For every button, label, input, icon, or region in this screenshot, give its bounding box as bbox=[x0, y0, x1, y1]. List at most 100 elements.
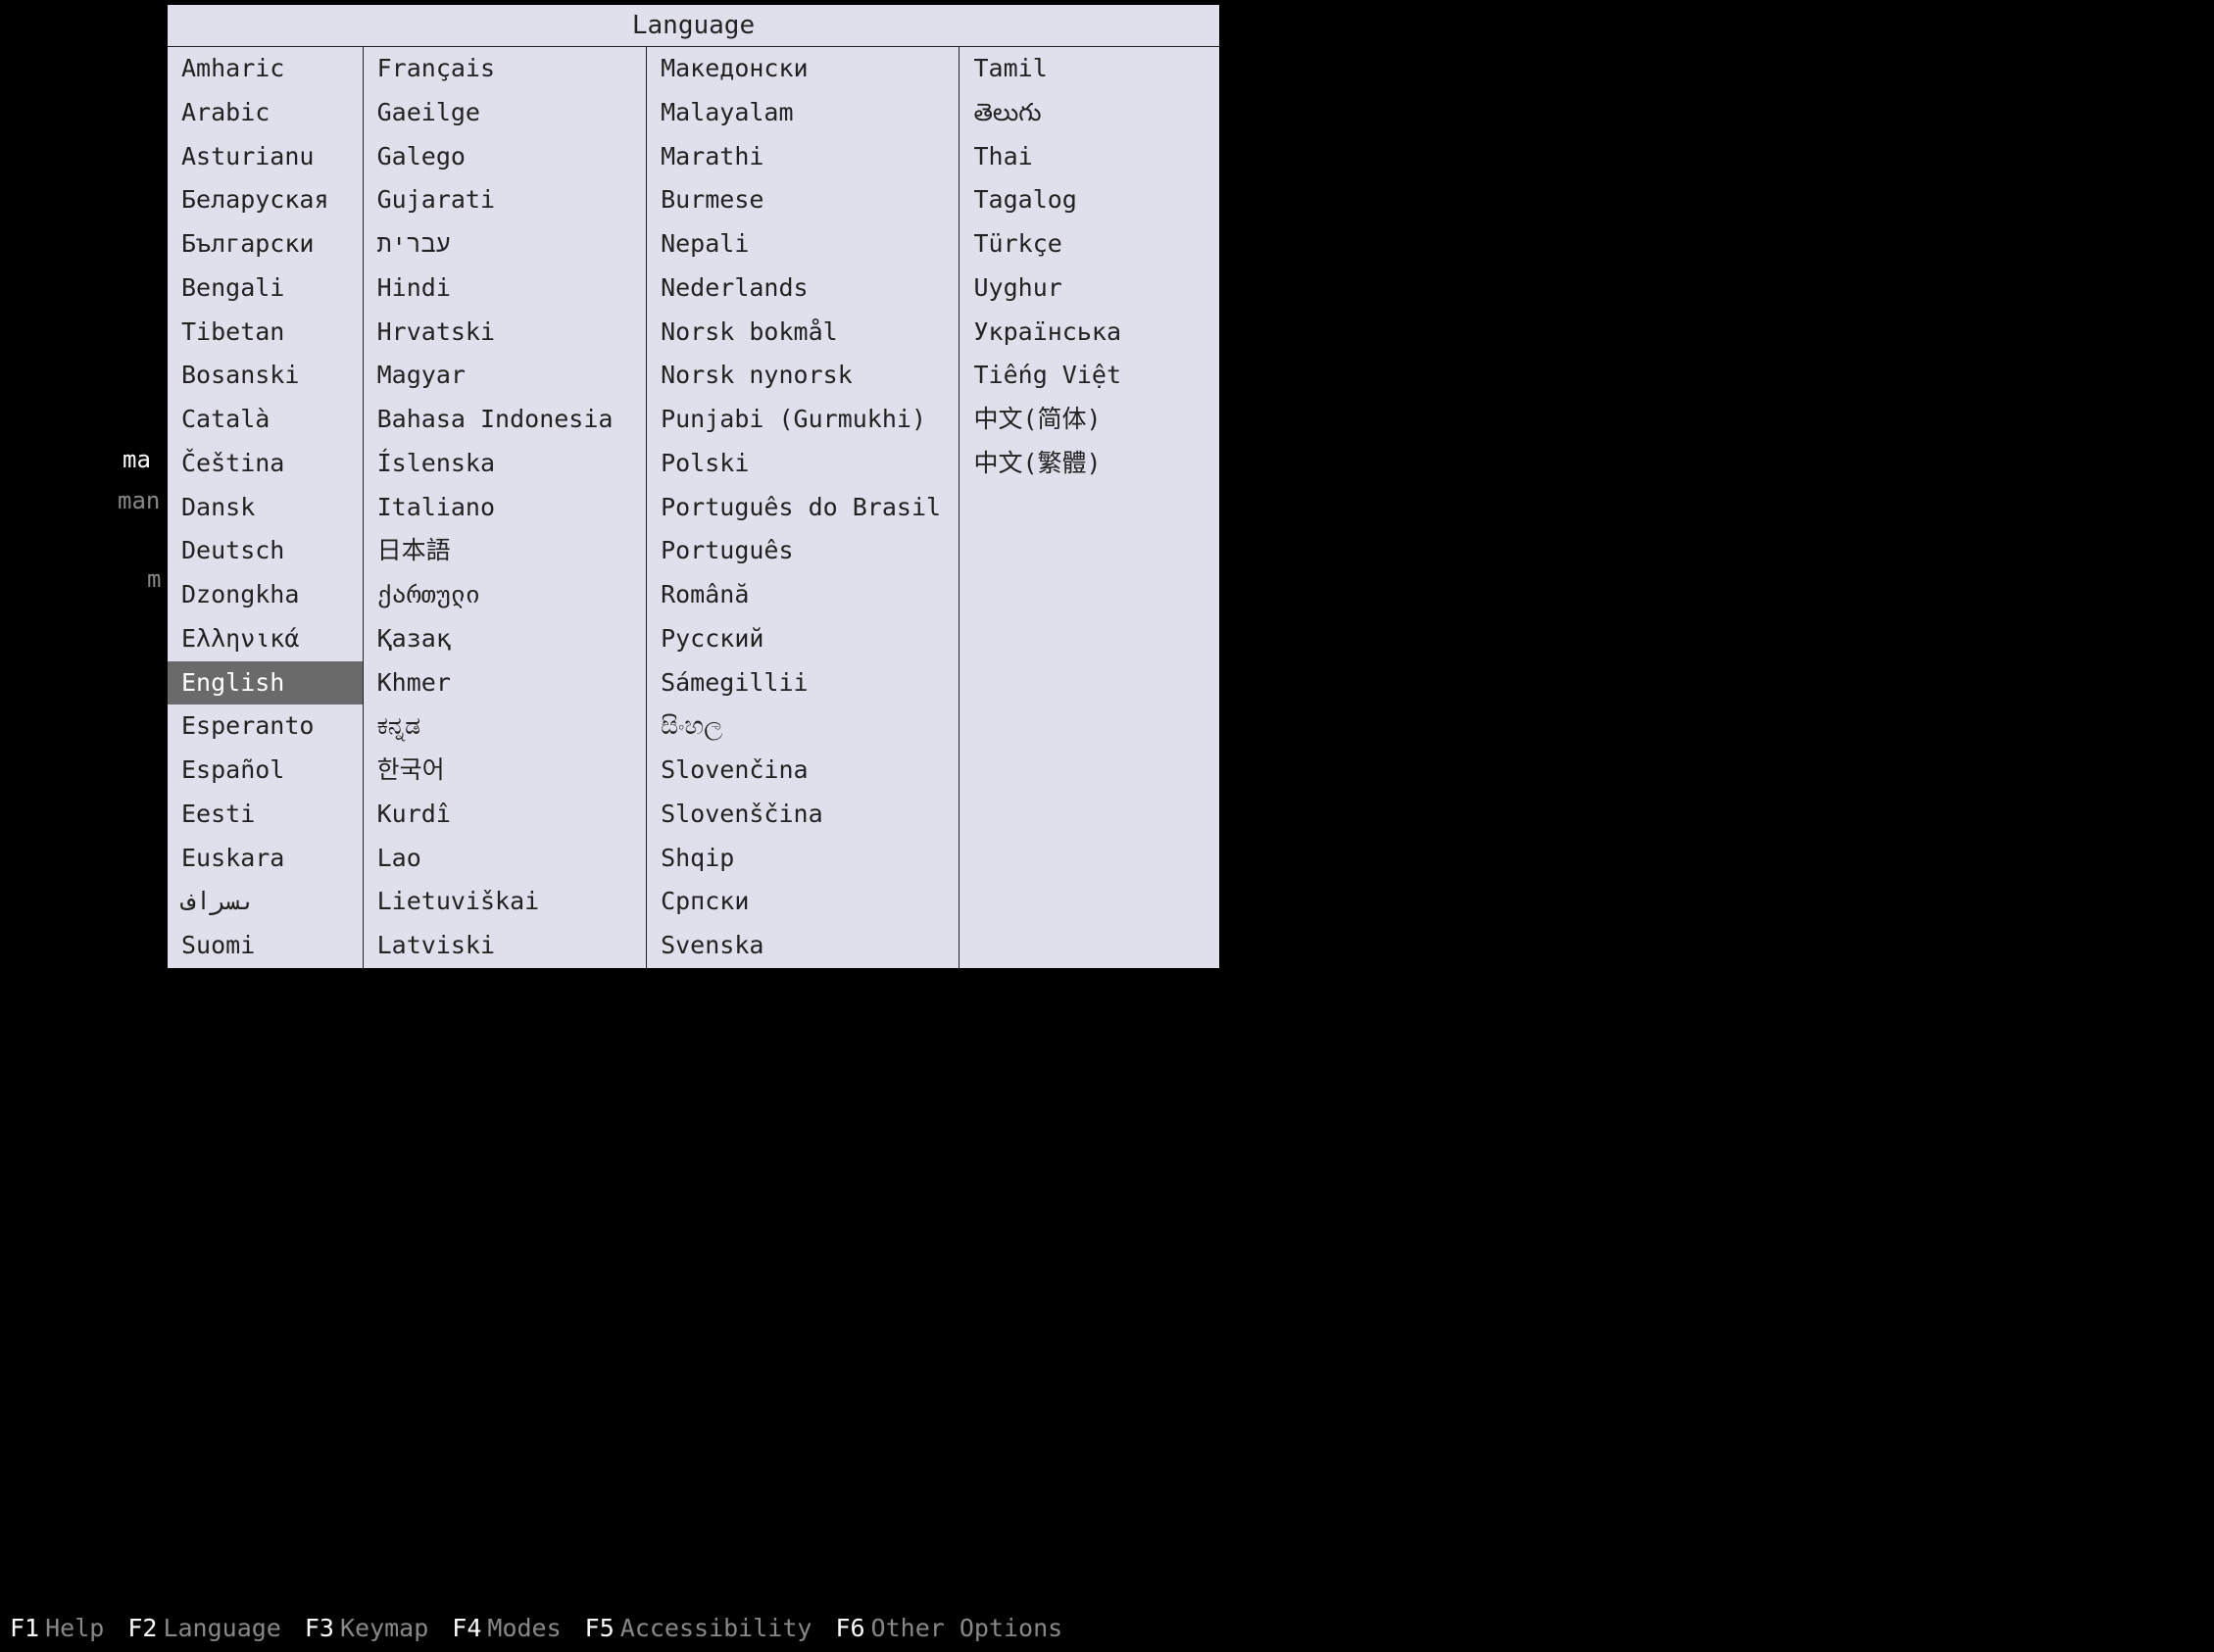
language-option[interactable]: Polski bbox=[647, 442, 959, 486]
function-key-label: F5 bbox=[585, 1614, 620, 1642]
language-option[interactable]: Bosanski bbox=[168, 354, 363, 398]
background-text: ma bbox=[123, 446, 151, 473]
language-column: МакедонскиMalayalamMarathiBurmeseNepaliN… bbox=[647, 47, 959, 968]
language-option[interactable]: Gaeilge bbox=[364, 91, 646, 135]
function-key-desc: Modes bbox=[487, 1614, 561, 1642]
language-option[interactable]: Punjabi (Gurmukhi) bbox=[647, 398, 959, 442]
language-option[interactable]: Türkçe bbox=[959, 222, 1219, 267]
background-text: m bbox=[147, 565, 161, 593]
function-key-bar: F1HelpF2LanguageF3KeymapF4ModesF5Accessi… bbox=[10, 1614, 1086, 1642]
language-option[interactable]: Khmer bbox=[364, 661, 646, 705]
language-option[interactable]: Български bbox=[168, 222, 363, 267]
function-key-f3[interactable]: F3Keymap bbox=[305, 1614, 452, 1642]
language-option[interactable]: Italiano bbox=[364, 486, 646, 530]
language-option[interactable]: Norsk bokmål bbox=[647, 311, 959, 355]
language-option[interactable]: Uyghur bbox=[959, 267, 1219, 311]
language-option[interactable]: Русский bbox=[647, 617, 959, 661]
language-option[interactable]: Arabic bbox=[168, 91, 363, 135]
language-option[interactable]: Íslenska bbox=[364, 442, 646, 486]
language-option[interactable]: తెలుగు bbox=[959, 91, 1219, 135]
language-option[interactable]: עברית bbox=[364, 222, 646, 267]
language-option[interactable]: Sámegillii bbox=[647, 661, 959, 705]
language-option[interactable]: සිංහල bbox=[647, 705, 959, 749]
function-key-label: F3 bbox=[305, 1614, 340, 1642]
language-option[interactable]: Marathi bbox=[647, 135, 959, 179]
language-option[interactable]: Shqip bbox=[647, 837, 959, 881]
language-option[interactable]: Suomi bbox=[168, 924, 363, 968]
language-option[interactable]: Burmese bbox=[647, 178, 959, 222]
language-option[interactable]: Eesti bbox=[168, 793, 363, 837]
language-option[interactable]: Lietuviškai bbox=[364, 880, 646, 924]
language-option[interactable]: Amharic bbox=[168, 47, 363, 91]
language-option[interactable]: Deutsch bbox=[168, 529, 363, 573]
language-option[interactable]: Ελληνικά bbox=[168, 617, 363, 661]
language-option[interactable]: Bengali bbox=[168, 267, 363, 311]
language-option[interactable]: Dzongkha bbox=[168, 573, 363, 617]
function-key-f4[interactable]: F4Modes bbox=[452, 1614, 584, 1642]
function-key-f5[interactable]: F5Accessibility bbox=[585, 1614, 836, 1642]
language-option[interactable]: Català bbox=[168, 398, 363, 442]
language-option[interactable]: Latviski bbox=[364, 924, 646, 968]
language-columns: AmharicArabicAsturianuБеларускаяБългарск… bbox=[168, 47, 1219, 968]
language-panel-title: Language bbox=[168, 5, 1219, 47]
language-option[interactable]: ಕನ್ನಡ bbox=[364, 705, 646, 749]
function-key-label: F1 bbox=[10, 1614, 45, 1642]
language-option[interactable]: Português bbox=[647, 529, 959, 573]
language-option[interactable]: Gujarati bbox=[364, 178, 646, 222]
language-option[interactable]: Esperanto bbox=[168, 705, 363, 749]
language-option[interactable]: Македонски bbox=[647, 47, 959, 91]
function-key-desc: Other Options bbox=[871, 1614, 1063, 1642]
language-option[interactable]: Lao bbox=[364, 837, 646, 881]
function-key-label: F2 bbox=[127, 1614, 163, 1642]
function-key-desc: Accessibility bbox=[620, 1614, 812, 1642]
language-option[interactable]: Slovenščina bbox=[647, 793, 959, 837]
language-option[interactable]: Português do Brasil bbox=[647, 486, 959, 530]
language-option[interactable]: Tagalog bbox=[959, 178, 1219, 222]
language-option[interactable]: Malayalam bbox=[647, 91, 959, 135]
language-option[interactable]: 中文(繁體) bbox=[959, 442, 1219, 486]
language-option[interactable]: Tibetan bbox=[168, 311, 363, 355]
language-option[interactable]: Español bbox=[168, 749, 363, 793]
language-option[interactable]: Nederlands bbox=[647, 267, 959, 311]
function-key-desc: Language bbox=[163, 1614, 280, 1642]
language-option[interactable]: Euskara bbox=[168, 837, 363, 881]
language-option[interactable]: English bbox=[168, 661, 363, 705]
language-option[interactable]: Kurdî bbox=[364, 793, 646, 837]
language-option[interactable]: Dansk bbox=[168, 486, 363, 530]
function-key-f6[interactable]: F6Other Options bbox=[835, 1614, 1086, 1642]
language-option[interactable]: Bahasa Indonesia bbox=[364, 398, 646, 442]
language-option[interactable]: Čeština bbox=[168, 442, 363, 486]
language-option[interactable]: Română bbox=[647, 573, 959, 617]
language-column: TamilతెలుగుThaiTagalogTürkçeUyghurУкраїн… bbox=[959, 47, 1219, 968]
language-option[interactable]: ქართული bbox=[364, 573, 646, 617]
language-option[interactable]: Tamil bbox=[959, 47, 1219, 91]
language-option[interactable]: Українська bbox=[959, 311, 1219, 355]
language-option[interactable]: Српски bbox=[647, 880, 959, 924]
function-key-f2[interactable]: F2Language bbox=[127, 1614, 305, 1642]
language-option[interactable]: Tiếng Việt bbox=[959, 354, 1219, 398]
language-option[interactable]: Slovenčina bbox=[647, 749, 959, 793]
language-option[interactable]: Magyar bbox=[364, 354, 646, 398]
language-column: AmharicArabicAsturianuБеларускаяБългарск… bbox=[168, 47, 364, 968]
language-option[interactable]: 中文(简体) bbox=[959, 398, 1219, 442]
language-option[interactable]: Nepali bbox=[647, 222, 959, 267]
function-key-label: F6 bbox=[835, 1614, 870, 1642]
language-option[interactable]: Français bbox=[364, 47, 646, 91]
language-option[interactable]: Беларуская bbox=[168, 178, 363, 222]
function-key-label: F4 bbox=[452, 1614, 487, 1642]
language-option[interactable]: Svenska bbox=[647, 924, 959, 968]
language-option[interactable]: Thai bbox=[959, 135, 1219, 179]
function-key-desc: Help bbox=[45, 1614, 104, 1642]
language-column: FrançaisGaeilgeGalegoGujaratiעבריתHindiH… bbox=[364, 47, 647, 968]
background-text: man bbox=[118, 487, 160, 514]
language-option[interactable]: Galego bbox=[364, 135, 646, 179]
language-option[interactable]: 한국어 bbox=[364, 749, 646, 793]
function-key-f1[interactable]: F1Help bbox=[10, 1614, 127, 1642]
language-option[interactable]: Қазақ bbox=[364, 617, 646, 661]
language-option[interactable]: ىسراف bbox=[168, 880, 363, 924]
language-option[interactable]: Asturianu bbox=[168, 135, 363, 179]
language-option[interactable]: Hindi bbox=[364, 267, 646, 311]
language-option[interactable]: Hrvatski bbox=[364, 311, 646, 355]
language-option[interactable]: Norsk nynorsk bbox=[647, 354, 959, 398]
language-option[interactable]: 日本語 bbox=[364, 529, 646, 573]
